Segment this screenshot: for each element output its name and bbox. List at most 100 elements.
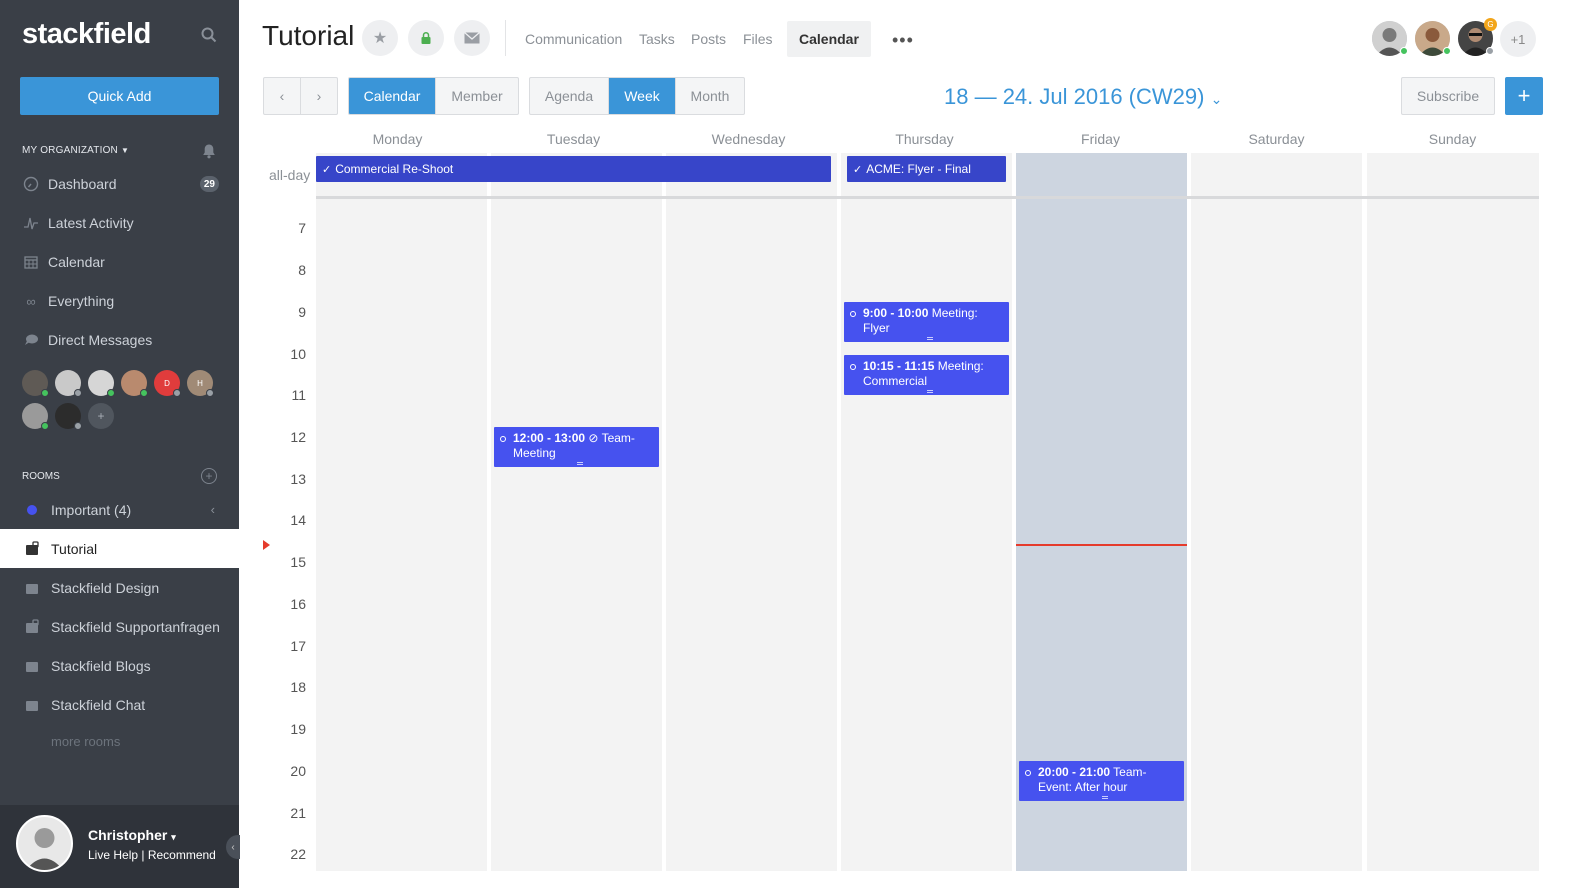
more-members-button[interactable]: +1 bbox=[1500, 21, 1536, 57]
week-range-picker[interactable]: 18 — 24. Jul 2016 (CW29) ⌄ bbox=[944, 84, 1222, 110]
avatar[interactable] bbox=[22, 370, 49, 397]
hour-label: 15 bbox=[290, 554, 306, 570]
tab-calendar[interactable]: Calendar bbox=[787, 21, 871, 57]
hour-label: 18 bbox=[290, 679, 306, 695]
sidebar-item-direct-messages[interactable]: Direct Messages bbox=[0, 321, 239, 359]
dm-avatars-row-2: + bbox=[22, 403, 114, 430]
hour-label: 16 bbox=[290, 596, 306, 612]
tab-files[interactable]: Files bbox=[731, 21, 785, 57]
room-stackfield-supportanfragen[interactable]: Stackfield Supportanfragen bbox=[0, 607, 239, 646]
subscribe-button[interactable]: Subscribe bbox=[1401, 77, 1495, 115]
day-column-tuesday[interactable] bbox=[491, 153, 662, 871]
tab-communication[interactable]: Communication bbox=[513, 21, 634, 57]
hour-label: 11 bbox=[291, 387, 306, 403]
sidebar-item-calendar[interactable]: Calendar bbox=[0, 243, 239, 281]
day-header-wednesday: Wednesday bbox=[711, 131, 786, 147]
resize-handle[interactable] bbox=[926, 337, 933, 340]
chevron-left-icon[interactable]: ‹ bbox=[211, 502, 215, 517]
sidebar: stackfield Quick Add MY ORGANIZATION ▼ Da… bbox=[0, 0, 240, 888]
add-contact-button[interactable]: + bbox=[88, 403, 114, 429]
agenda-button[interactable]: Agenda bbox=[530, 78, 609, 114]
avatar[interactable] bbox=[55, 370, 82, 397]
collapse-sidebar-icon[interactable]: ‹ bbox=[226, 835, 240, 859]
event-team-event-after-hour[interactable]: 20:00 - 21:00 Team-Event: After hour bbox=[1019, 761, 1184, 801]
sidebar-item-latest-activity[interactable]: Latest Activity bbox=[0, 204, 239, 242]
user-avatar[interactable] bbox=[16, 815, 73, 872]
week-button[interactable]: Week bbox=[609, 78, 676, 114]
all-day-event-acme-flyer-final[interactable]: ✓ ACME: Flyer - Final bbox=[847, 156, 1006, 182]
day-column-sunday[interactable] bbox=[1367, 153, 1539, 871]
more-rooms-link[interactable]: more rooms bbox=[51, 734, 120, 749]
lock-icon bbox=[421, 31, 431, 44]
room-stackfield-chat[interactable]: Stackfield Chat bbox=[0, 685, 239, 724]
hour-label: 9 bbox=[298, 304, 306, 320]
resize-handle[interactable] bbox=[576, 462, 583, 465]
all-day-event-commercial-re-shoot[interactable]: ✓ Commercial Re-Shoot bbox=[316, 156, 831, 182]
hour-label: 8 bbox=[298, 262, 306, 278]
hour-label: 19 bbox=[290, 721, 306, 737]
previous-week-button[interactable]: ‹ bbox=[264, 78, 301, 114]
activity-icon bbox=[22, 214, 40, 232]
month-button[interactable]: Month bbox=[676, 78, 744, 114]
room-label: Stackfield Design bbox=[51, 579, 160, 596]
all-day-divider bbox=[316, 196, 1539, 199]
privacy-button[interactable] bbox=[408, 20, 444, 56]
member-avatar[interactable]: G bbox=[1458, 18, 1497, 56]
room-important[interactable]: Important (4) ‹ bbox=[0, 490, 239, 529]
sidebar-item-everything[interactable]: ∞ Everything bbox=[0, 282, 239, 320]
avatar[interactable] bbox=[88, 370, 115, 397]
avatar[interactable] bbox=[22, 403, 49, 430]
tab-posts[interactable]: Posts bbox=[679, 21, 738, 57]
calendar-view-button[interactable]: Calendar bbox=[349, 78, 436, 114]
add-room-icon[interactable]: + bbox=[201, 468, 217, 484]
circle-icon bbox=[850, 311, 856, 317]
resize-handle[interactable] bbox=[1101, 796, 1108, 799]
search-icon[interactable] bbox=[200, 26, 218, 44]
favorite-button[interactable]: ★ bbox=[362, 20, 398, 56]
more-tabs-icon[interactable]: ••• bbox=[892, 30, 914, 51]
day-column-monday[interactable] bbox=[316, 153, 487, 871]
next-week-button[interactable]: › bbox=[301, 78, 337, 114]
day-column-wednesday[interactable] bbox=[666, 153, 837, 871]
room-stackfield-design[interactable]: Stackfield Design bbox=[0, 568, 239, 607]
avatar[interactable]: H bbox=[187, 370, 214, 397]
user-help-links[interactable]: Live Help | Recommend bbox=[88, 848, 216, 862]
hour-label: 10 bbox=[290, 346, 306, 362]
room-label: Important (4) bbox=[51, 501, 132, 518]
member-avatar[interactable] bbox=[1372, 21, 1408, 56]
room-tutorial[interactable]: Tutorial bbox=[0, 529, 239, 568]
resize-handle[interactable] bbox=[926, 390, 933, 393]
room-stackfield-blogs[interactable]: Stackfield Blogs bbox=[0, 646, 239, 685]
caret-down-icon: ▼ bbox=[120, 146, 130, 155]
sidebar-item-dashboard[interactable]: Dashboard 29 bbox=[0, 165, 239, 203]
tab-tasks[interactable]: Tasks bbox=[627, 21, 687, 57]
sidebar-item-label: Latest Activity bbox=[48, 215, 134, 231]
room-label: Stackfield Supportanfragen bbox=[51, 618, 220, 635]
avatar[interactable] bbox=[121, 370, 148, 397]
event-meeting-flyer[interactable]: 9:00 - 10:00 Meeting: Flyer bbox=[844, 302, 1009, 342]
room-icon bbox=[24, 580, 40, 596]
hour-label: 22 bbox=[290, 846, 306, 862]
day-column-saturday[interactable] bbox=[1191, 153, 1362, 871]
avatar[interactable] bbox=[55, 403, 82, 430]
day-header-sunday: Sunday bbox=[1428, 131, 1477, 147]
current-time-marker-icon bbox=[263, 540, 270, 550]
hour-label: 13 bbox=[290, 471, 306, 487]
event-meeting-commercial[interactable]: 10:15 - 11:15 Meeting: Commercial bbox=[844, 355, 1009, 395]
circle-icon bbox=[850, 364, 856, 370]
app-logo[interactable]: stackfield bbox=[22, 18, 151, 51]
day-column-thursday[interactable] bbox=[841, 153, 1012, 871]
member-view-button[interactable]: Member bbox=[436, 78, 518, 114]
sidebar-item-label: Calendar bbox=[48, 254, 105, 270]
organization-menu[interactable]: MY ORGANIZATION ▼ bbox=[22, 145, 129, 156]
user-name-menu[interactable]: Christopher ▾ bbox=[88, 827, 176, 843]
bell-icon[interactable] bbox=[201, 143, 217, 159]
add-event-button[interactable]: + bbox=[1505, 77, 1543, 115]
email-button[interactable] bbox=[454, 20, 490, 56]
rooms-heading: ROOMS bbox=[22, 471, 60, 482]
avatar-initial: H bbox=[197, 378, 203, 388]
member-avatar[interactable] bbox=[1415, 21, 1451, 56]
quick-add-button[interactable]: Quick Add bbox=[20, 77, 219, 115]
avatar[interactable]: D bbox=[154, 370, 181, 397]
event-team-meeting[interactable]: 12:00 - 13:00 ⊘ Team-Meeting bbox=[494, 427, 659, 467]
